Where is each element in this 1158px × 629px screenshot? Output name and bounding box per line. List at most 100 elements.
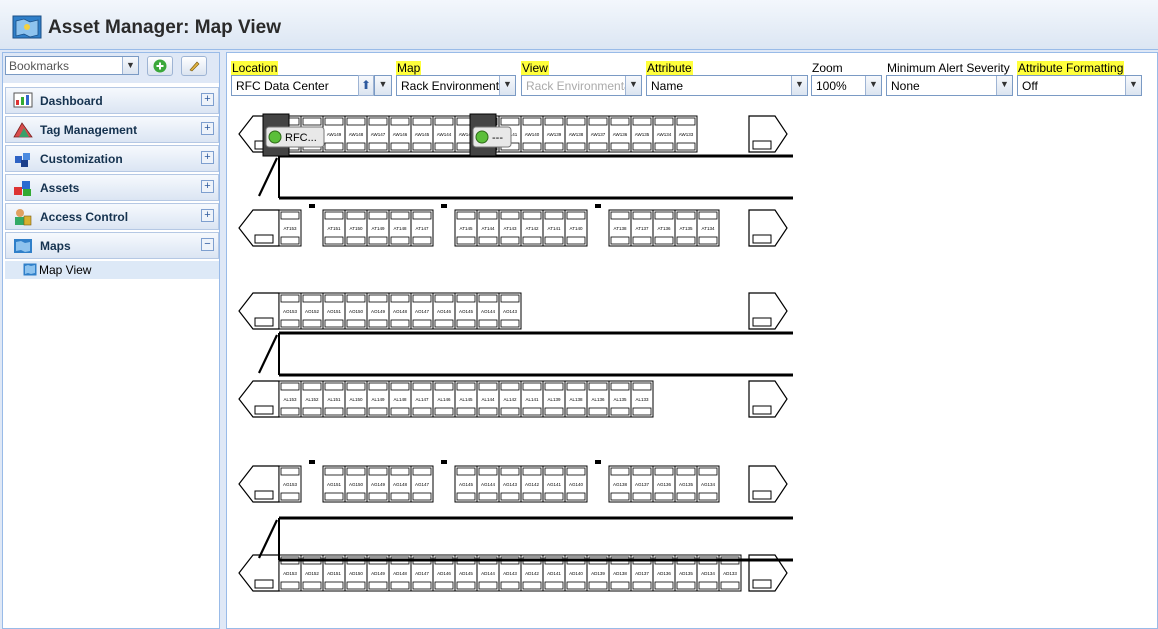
chevron-down-icon[interactable]: ▼ xyxy=(1125,76,1141,95)
rack-label: AD153 xyxy=(283,571,297,576)
rack-label: AD147 xyxy=(415,571,429,576)
expand-icon[interactable]: + xyxy=(201,122,214,135)
attribute-value: Name xyxy=(651,79,684,93)
app-header: Asset Manager: Map View xyxy=(0,0,1158,50)
map-label: Map xyxy=(396,61,422,75)
rack-label: AW146 xyxy=(393,132,408,137)
rack-label: AL146 xyxy=(437,397,451,402)
location-value: RFC Data Center xyxy=(236,79,329,93)
access-control-icon xyxy=(15,209,32,226)
gap-marker xyxy=(595,204,601,208)
view-select[interactable]: Rack Environmental ▼ xyxy=(521,75,642,96)
rack-label: AT136 xyxy=(658,226,671,231)
zoom-select[interactable]: 100% ▼ xyxy=(811,75,882,96)
rack-map[interactable]: AW151AW150AW149AW148AW147AW146AW145AW144… xyxy=(235,111,795,611)
location-dropdown[interactable]: ▼ xyxy=(374,75,392,96)
rack-label: AW134 xyxy=(657,132,672,137)
expand-icon[interactable]: + xyxy=(201,180,214,193)
view-label: View xyxy=(521,61,549,75)
gap-marker xyxy=(595,460,601,464)
rack-label: AL150 xyxy=(349,397,363,402)
edit-bookmark-button[interactable] xyxy=(181,56,207,76)
rack-label: AO150 xyxy=(349,309,364,314)
rack-label: AL135 xyxy=(613,397,627,402)
rack-label: AT138 xyxy=(614,226,627,231)
chevron-down-icon[interactable]: ▼ xyxy=(791,76,807,95)
rack-label: AT134 xyxy=(702,226,715,231)
sidebar-item-map-view[interactable]: Map View xyxy=(5,261,219,279)
aisle-door-swing xyxy=(258,157,278,197)
expand-icon[interactable]: + xyxy=(201,209,214,222)
gap-marker xyxy=(441,204,447,208)
chevron-down-icon[interactable]: ▼ xyxy=(625,76,641,95)
rack-label: AT147 xyxy=(416,226,429,231)
rack-label: AG135 xyxy=(679,482,694,487)
sidebar-item-dashboard[interactable]: Dashboard + xyxy=(5,87,219,114)
map-select[interactable]: Rack Environmental ▼ xyxy=(396,75,516,96)
chevron-down-icon[interactable]: ▼ xyxy=(865,76,881,95)
alert-severity-select[interactable]: None ▼ xyxy=(886,75,1013,96)
location-input[interactable]: RFC Data Center xyxy=(231,75,359,96)
attribute-label: Attribute xyxy=(646,61,693,75)
rack-label: AG148 xyxy=(393,482,408,487)
customization-icon xyxy=(15,153,30,167)
bookmarks-value: Bookmarks xyxy=(9,59,70,73)
sidebar-toolbar: Bookmarks ▼ xyxy=(3,53,219,83)
dashboard-icon xyxy=(13,92,33,108)
rack-label: AT141 xyxy=(548,226,561,231)
rack-label: AL136 xyxy=(591,397,605,402)
chevron-down-icon[interactable]: ▼ xyxy=(996,76,1012,95)
page-title: Asset Manager: Map View xyxy=(48,17,282,38)
rack-label: AT148 xyxy=(394,226,407,231)
rack-label: AD150 xyxy=(349,571,363,576)
rack-label: AG144 xyxy=(481,482,496,487)
rack-label: AL138 xyxy=(569,397,583,402)
sidebar-item-access-control[interactable]: Access Control + xyxy=(5,203,219,230)
rack-label: AG142 xyxy=(525,482,540,487)
rack-label: AO147 xyxy=(415,309,430,314)
arrow-up-icon: ⬆ xyxy=(360,78,372,92)
attribute-formatting-select[interactable]: Off ▼ xyxy=(1017,75,1142,96)
rack-label: AD143 xyxy=(503,571,517,576)
badge-label: RFC... xyxy=(285,132,317,144)
chevron-down-icon: ▼ xyxy=(375,76,391,95)
assets-icon xyxy=(14,181,31,196)
sidebar-item-customization[interactable]: Customization + xyxy=(5,145,219,172)
sidebar-item-assets[interactable]: Assets + xyxy=(5,174,219,201)
sidebar-item-label: Maps xyxy=(40,239,71,253)
rack-label: AG134 xyxy=(701,482,716,487)
aisle-door-swing xyxy=(258,519,278,559)
rack-label: AD145 xyxy=(459,571,473,576)
rack-label: AD138 xyxy=(613,571,627,576)
collapse-icon[interactable]: − xyxy=(201,238,214,251)
up-level-button[interactable]: ⬆ xyxy=(358,75,374,96)
rack-label: AW136 xyxy=(613,132,628,137)
attribute-select[interactable]: Name ▼ xyxy=(646,75,808,96)
sidebar-item-tag-management[interactable]: Tag Management + xyxy=(5,116,219,143)
rack-label: AD152 xyxy=(305,571,319,576)
expand-icon[interactable]: + xyxy=(201,93,214,106)
rack-label: AD140 xyxy=(569,571,583,576)
rack-label: AW148 xyxy=(349,132,364,137)
rack-label: AG141 xyxy=(547,482,562,487)
chevron-down-icon[interactable]: ▼ xyxy=(122,57,138,74)
rack-label: AG149 xyxy=(371,482,386,487)
rack-label: AT135 xyxy=(680,226,693,231)
alert-severity-label: Minimum Alert Severity xyxy=(887,61,1010,75)
expand-icon[interactable]: + xyxy=(201,151,214,164)
rack-label: AT144 xyxy=(482,226,495,231)
rack-label: AL142 xyxy=(503,397,517,402)
rack-label: AO148 xyxy=(393,309,408,314)
add-bookmark-button[interactable] xyxy=(147,56,173,76)
rack-label: AW138 xyxy=(569,132,584,137)
rack-label: AW140 xyxy=(525,132,540,137)
chevron-down-icon[interactable]: ▼ xyxy=(499,76,515,95)
status-ok-icon xyxy=(268,130,282,144)
aisle-door-swing xyxy=(258,334,278,374)
badge-label: --- xyxy=(492,132,503,144)
attribute-formatting-label: Attribute Formatting xyxy=(1017,61,1125,75)
bookmarks-select[interactable]: Bookmarks ▼ xyxy=(5,56,139,75)
map-view-icon xyxy=(23,263,37,276)
rack-label: AL144 xyxy=(481,397,495,402)
sidebar-item-maps[interactable]: Maps − xyxy=(5,232,219,259)
